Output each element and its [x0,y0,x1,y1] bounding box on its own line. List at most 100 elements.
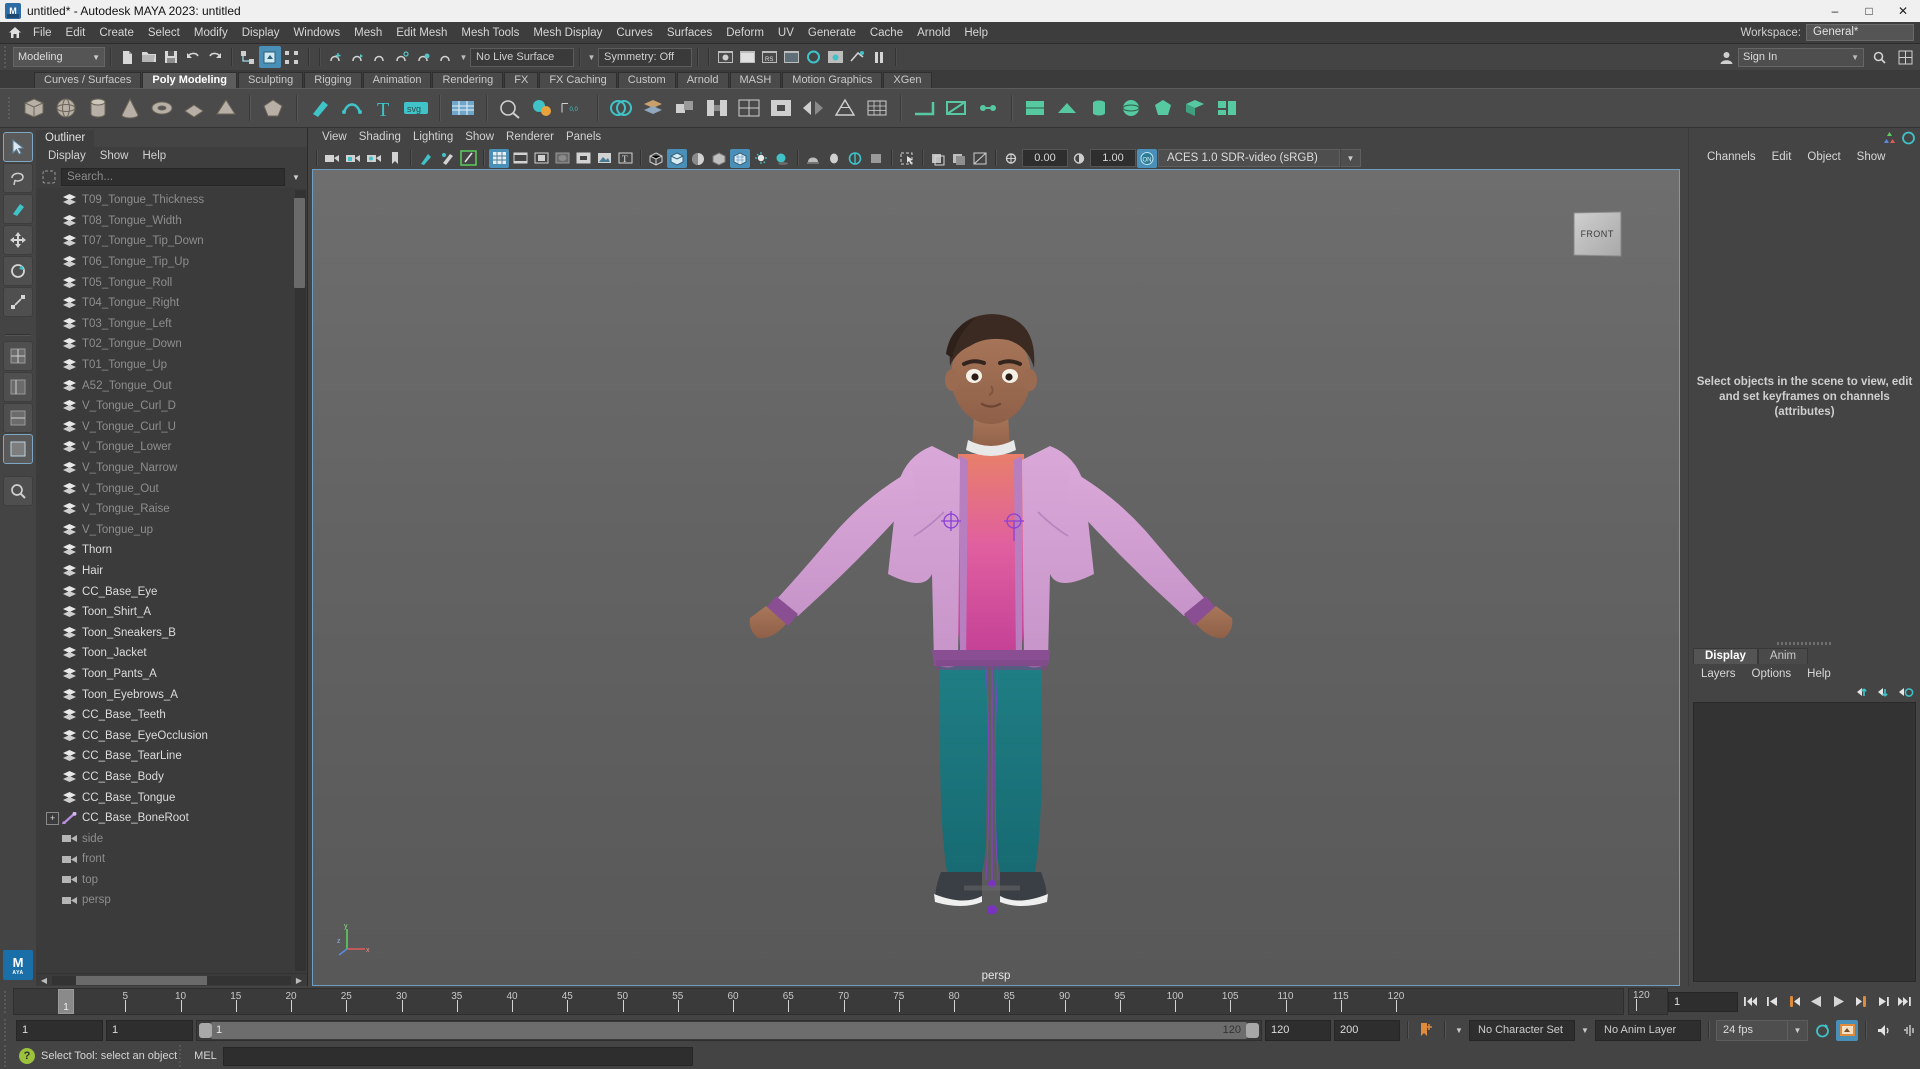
layer-menu-layers[interactable]: Layers [1693,665,1744,683]
toggle-resolution-gate-icon[interactable] [531,149,551,168]
toggle-gate-mask-icon[interactable] [552,149,572,168]
poly-pyramid-icon[interactable] [211,93,241,123]
channelbox-menu-channels[interactable]: Channels [1699,148,1764,166]
outliner-item-v-tongue-narrow[interactable]: V_Tongue_Narrow [36,458,307,479]
channel-box-body[interactable]: Select objects in the scene to view, edi… [1689,167,1920,640]
command-line-splitter[interactable] [177,1045,185,1067]
axis-color-icon[interactable] [1882,131,1897,145]
outliner-item-cc-base-teeth[interactable]: CC_Base_Teeth [36,705,307,726]
layer-menu-options[interactable]: Options [1744,665,1800,683]
toggle-image-plane-icon[interactable] [594,149,614,168]
viewport-menu-lighting[interactable]: Lighting [407,129,459,146]
shelf-tab-curves-surfaces[interactable]: Curves / Surfaces [34,72,142,88]
time-slider-grip[interactable] [2,990,10,1013]
outliner-item-top[interactable]: top [36,870,307,891]
make-live-icon[interactable] [435,46,457,68]
menu-edit[interactable]: Edit [59,23,93,43]
uv-planar-icon[interactable] [1052,93,1082,123]
menu-cache[interactable]: Cache [863,23,910,43]
anim-start-time-field[interactable]: 1 [16,1019,103,1041]
toggle-grid-icon[interactable] [489,148,509,168]
outliner-item-v-tongue-lower[interactable]: V_Tongue_Lower [36,437,307,458]
view-cube[interactable]: FRONT [1573,211,1622,257]
poly-grid-icon[interactable] [448,93,478,123]
command-result-field[interactable] [692,1046,1920,1066]
outliner-item-v-tongue-curl-u[interactable]: V_Tongue_Curl_U [36,417,307,438]
chevron-down-icon[interactable]: ▼ [289,168,303,186]
go-to-start-icon[interactable] [1741,992,1760,1012]
save-scene-icon[interactable] [160,46,182,68]
select-hierarchy-icon[interactable] [237,46,259,68]
outliner-item-hair[interactable]: Hair [36,561,307,582]
scroll-right-arrow-icon[interactable]: ▶ [294,976,304,985]
four-view-layout-icon[interactable] [3,341,33,371]
menu-deform[interactable]: Deform [719,23,771,43]
viewport-3d[interactable]: FRONT y x z persp [312,169,1680,986]
menu-edit-mesh[interactable]: Edit Mesh [389,23,454,43]
layer-tab-anim[interactable]: Anim [1757,648,1809,664]
menu-select[interactable]: Select [141,23,187,43]
toggle-film-gate-icon[interactable] [510,149,530,168]
minimize-button[interactable]: – [1818,0,1852,22]
persp-graph-layout-icon[interactable] [3,403,33,433]
redo-icon[interactable] [204,46,226,68]
shelf-grip[interactable] [6,97,14,119]
channelbox-menu-show[interactable]: Show [1849,148,1894,166]
toggle-exposure-icon[interactable] [573,149,593,168]
uv-camera-based-icon[interactable] [1180,93,1210,123]
outliner-item-thorn[interactable]: Thorn [36,540,307,561]
new-layer-icon[interactable] [1898,686,1914,699]
menu-mesh[interactable]: Mesh [347,23,389,43]
poly-cube-icon[interactable] [19,93,49,123]
poly-plane-icon[interactable] [179,93,209,123]
menu-mesh-display[interactable]: Mesh Display [526,23,609,43]
outliner-item-cc-base-tearline[interactable]: CC_Base_TearLine [36,746,307,767]
select-object-icon[interactable] [259,46,281,68]
auto-keyframe-icon[interactable] [1415,1020,1437,1041]
toggle-playblast-icon[interactable] [846,46,868,68]
poly-append-icon[interactable] [734,93,764,123]
current-frame-field[interactable]: 1 [1668,991,1738,1012]
render-current-frame-icon[interactable] [714,46,736,68]
undo-icon[interactable] [182,46,204,68]
go-to-end-icon[interactable] [1895,992,1914,1012]
anim-end-time-field[interactable]: 200 [1334,1019,1400,1041]
play-backwards-icon[interactable] [1807,992,1826,1012]
channelbox-menu-object[interactable]: Object [1799,148,1848,166]
viewport-menu-renderer[interactable]: Renderer [500,129,560,146]
range-slider-right-handle[interactable] [1246,1022,1259,1038]
poly-torus-icon[interactable] [147,93,177,123]
outliner-menu-help[interactable]: Help [137,148,173,165]
motion-blur-icon[interactable] [824,149,844,168]
poly-mirror-icon[interactable] [798,93,828,123]
outliner-item-toon-pants-a[interactable]: Toon_Pants_A [36,664,307,685]
symmetry-chevron-icon[interactable]: ▼ [585,47,598,67]
snap-options-chevron-icon[interactable]: ▼ [457,47,470,67]
outliner-item-cc-base-tongue[interactable]: CC_Base_Tongue [36,787,307,808]
shelf-tab-custom[interactable]: Custom [617,72,676,88]
use-all-lights-icon[interactable] [751,149,771,168]
two-d-pan-zoom-icon[interactable] [416,149,436,168]
step-forward-key-icon[interactable] [1873,992,1892,1012]
snap-to-point-icon[interactable] [369,46,391,68]
menu-arnold[interactable]: Arnold [910,23,957,43]
expand-toggle-icon[interactable]: + [46,811,59,825]
audio-waveform-icon[interactable] [1898,1020,1920,1041]
select-component-icon[interactable] [281,46,303,68]
menu-windows[interactable]: Windows [286,23,347,43]
uv-cylindrical-icon[interactable] [1084,93,1114,123]
uv-editor-icon[interactable] [1020,93,1050,123]
range-slider-left-handle[interactable] [199,1022,212,1038]
outliner-item-t02-tongue-down[interactable]: T02_Tongue_Down [36,334,307,355]
outliner-item-t01-tongue-up[interactable]: T01_Tongue_Up [36,355,307,376]
depth-of-field-icon[interactable] [866,149,886,168]
outliner-item-t08-tongue-width[interactable]: T08_Tongue_Width [36,211,307,232]
menu-modify[interactable]: Modify [187,23,235,43]
select-tool-icon[interactable] [3,132,33,162]
outliner-item-toon-sneakers-b[interactable]: Toon_Sneakers_B [36,622,307,643]
anim-layer-field[interactable]: No Anim Layer [1595,1019,1701,1041]
search-input[interactable] [61,168,285,186]
outliner-menu-display[interactable]: Display [42,148,92,165]
shelf-tab-fx-caching[interactable]: FX Caching [539,72,617,88]
viewport-menu-view[interactable]: View [316,129,353,146]
